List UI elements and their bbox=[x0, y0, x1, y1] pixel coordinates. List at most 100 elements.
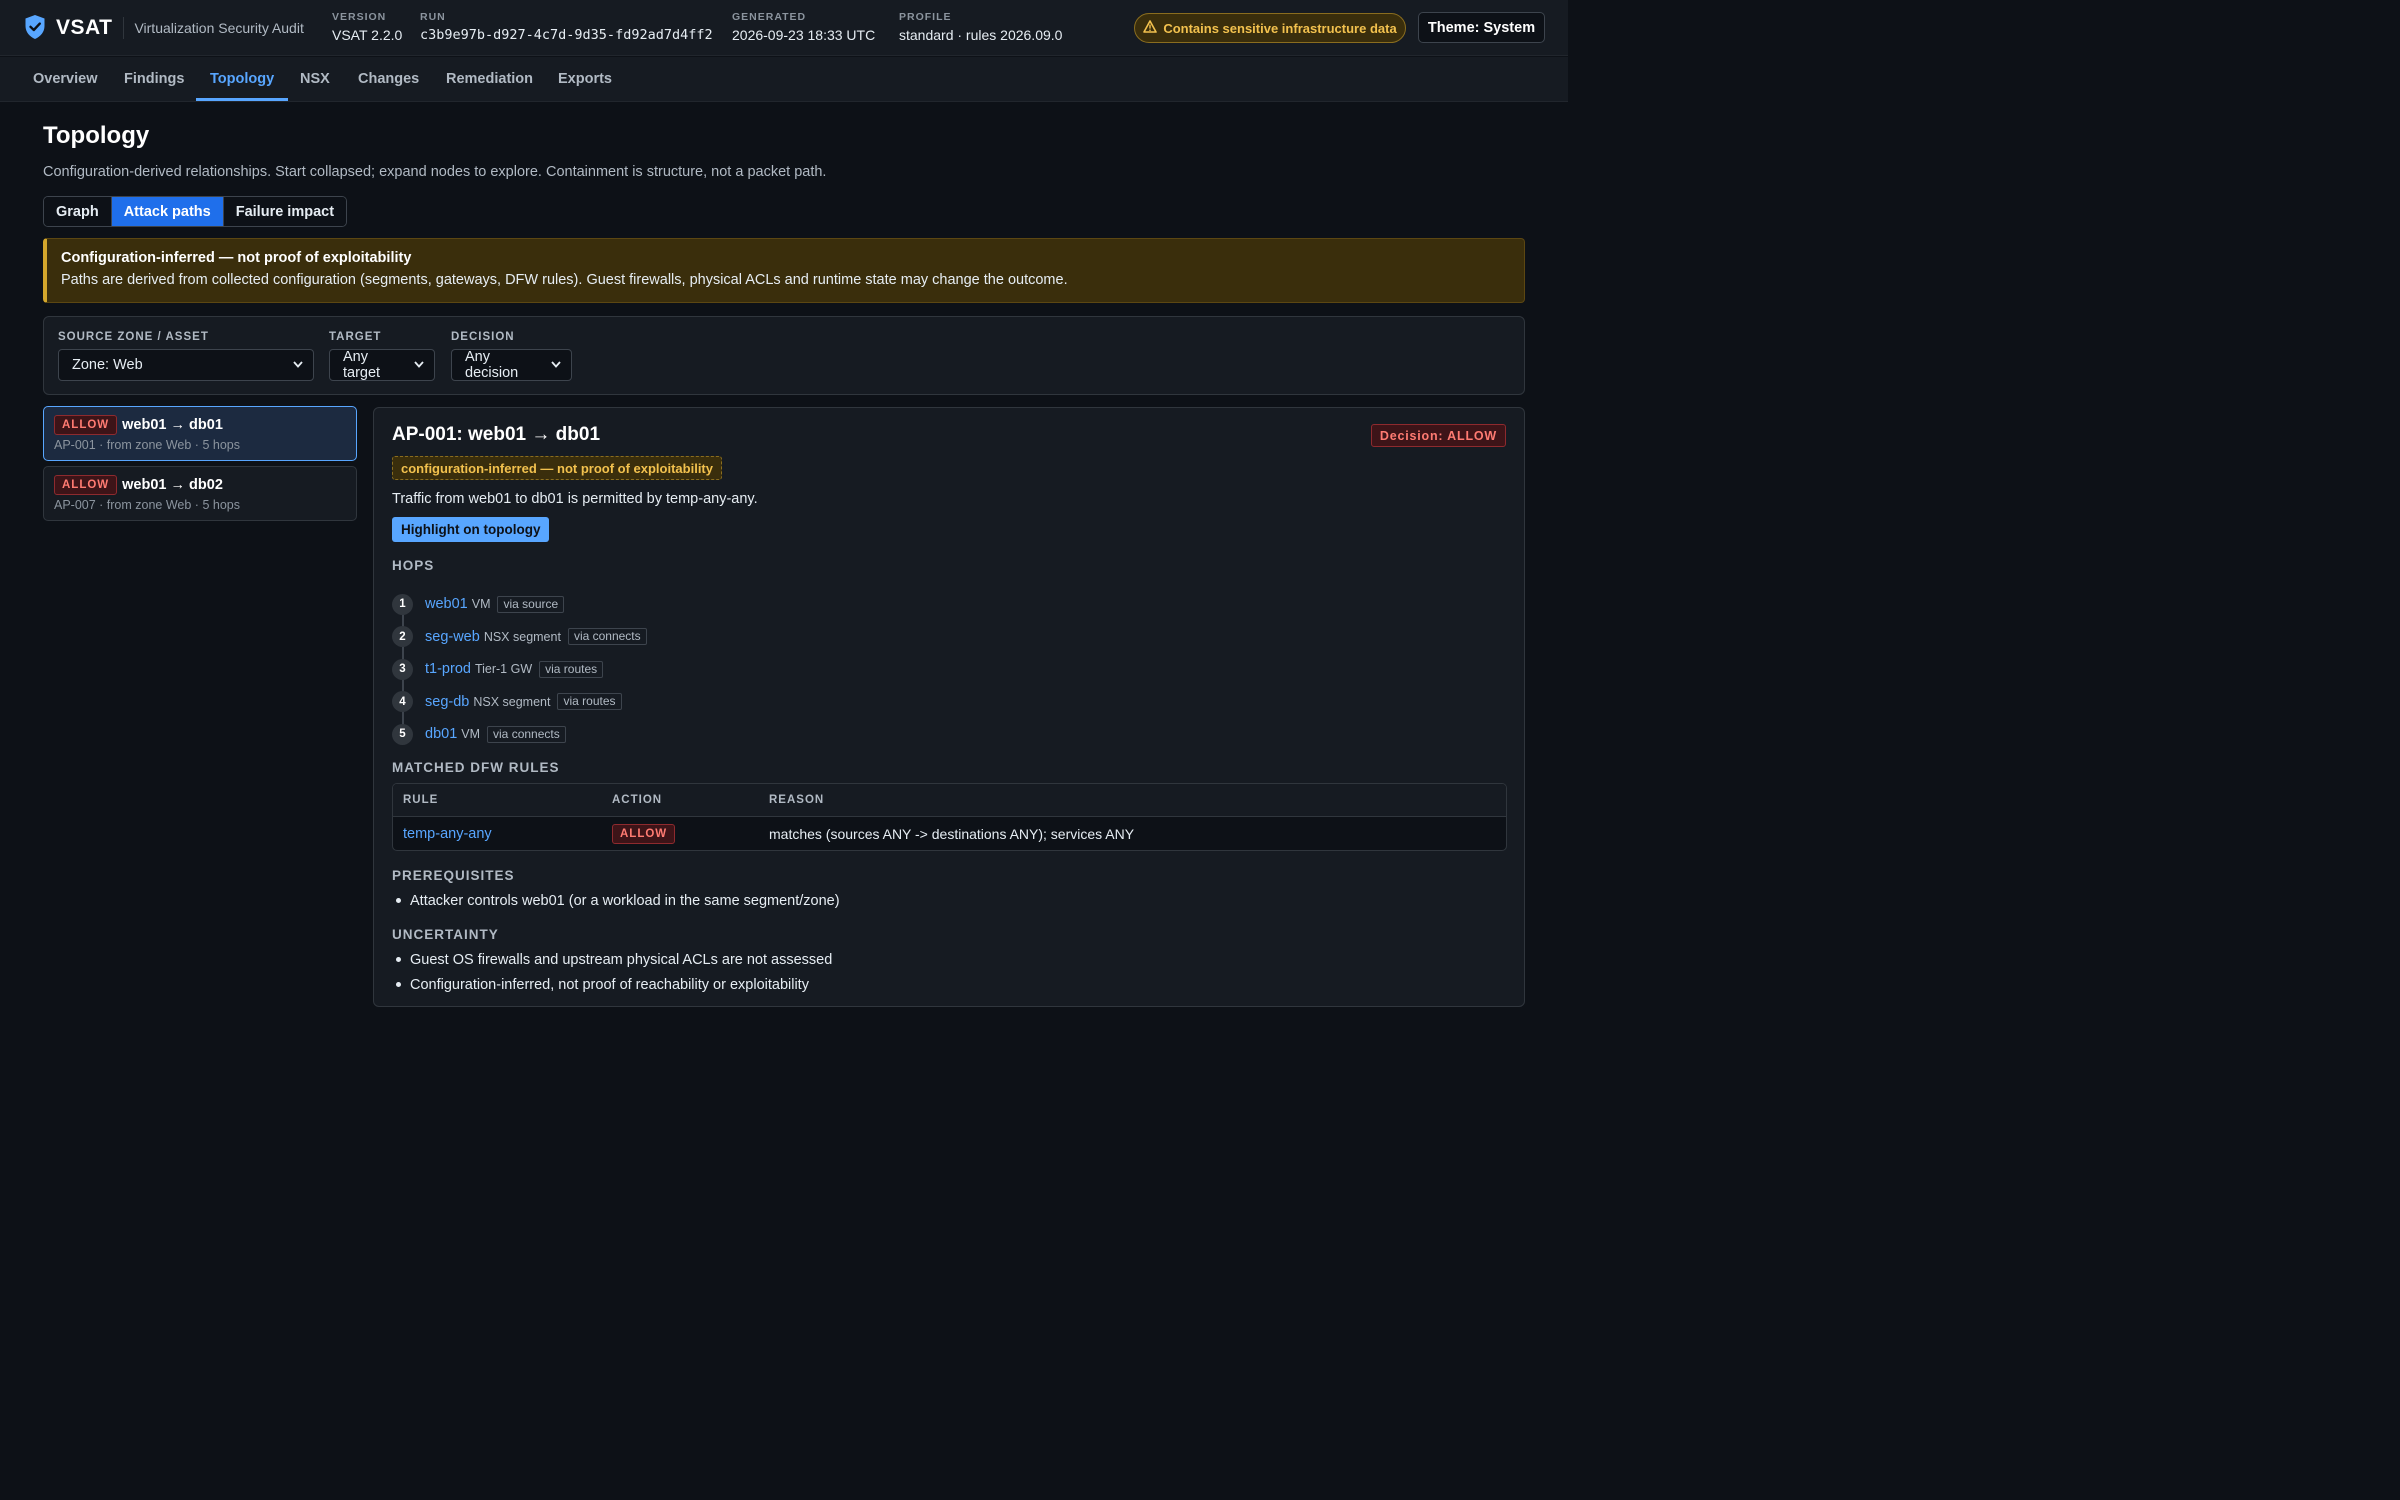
profile-value: standard · rules 2026.09.0 bbox=[899, 27, 1063, 43]
hop-item: 5 db01 VM via connects bbox=[392, 718, 792, 751]
source-filter: SOURCE ZONE / ASSET Zone: Web bbox=[58, 331, 314, 381]
hop-number: 2 bbox=[392, 626, 413, 648]
decision-filter: DECISION Any decision bbox=[451, 331, 572, 381]
decision-select[interactable]: Any decision bbox=[451, 349, 572, 381]
tab-graph[interactable]: Graph bbox=[44, 197, 112, 226]
hop-via-tag: via routes bbox=[557, 693, 622, 711]
source-select-value: Zone: Web bbox=[72, 357, 143, 373]
column-header-rule: RULE bbox=[403, 794, 439, 806]
column-header-action: ACTION bbox=[612, 794, 663, 806]
nav-findings[interactable]: Findings bbox=[110, 57, 198, 101]
nav-exports[interactable]: Exports bbox=[544, 57, 626, 101]
hop-node-link[interactable]: seg-db bbox=[425, 694, 469, 710]
highlight-on-topology-button[interactable]: Highlight on topology bbox=[392, 517, 550, 542]
brand: VSAT Virtualization Security Audit bbox=[24, 13, 304, 43]
hop-node-type: VM bbox=[461, 727, 481, 742]
target-filter-label: TARGET bbox=[329, 331, 382, 343]
decision-filter-label: DECISION bbox=[451, 331, 515, 343]
warning-title: Configuration-inferred — not proof of ex… bbox=[61, 250, 412, 266]
target-select[interactable]: Any target bbox=[329, 349, 435, 381]
shield-check-icon bbox=[24, 14, 46, 43]
sensitive-data-text: Contains sensitive infrastructure data bbox=[1163, 20, 1397, 36]
hop-node-link[interactable]: seg-web bbox=[425, 629, 480, 645]
version-label: VERSION bbox=[332, 11, 387, 23]
hop-node-link[interactable]: web01 bbox=[425, 596, 468, 612]
generated-meta: GENERATED 2026-09-23 18:33 UTC bbox=[732, 11, 875, 43]
app-subtitle: Virtualization Security Audit bbox=[134, 20, 304, 36]
profile-label: PROFILE bbox=[899, 11, 952, 23]
tab-attack-paths[interactable]: Attack paths bbox=[111, 197, 224, 226]
warning-text: Paths are derived from collected configu… bbox=[61, 272, 1068, 288]
decision-select-value: Any decision bbox=[465, 349, 519, 381]
tab-failure-impact[interactable]: Failure impact bbox=[223, 197, 347, 226]
hop-node-type: NSX segment bbox=[483, 629, 561, 644]
hop-number: 3 bbox=[392, 658, 413, 680]
path-summary: AP-001 · from zone Web · 5 hops bbox=[54, 438, 240, 452]
hop-node-link[interactable]: t1-prod bbox=[425, 661, 471, 677]
attack-path-item[interactable]: ALLOW web01 → db02 AP-007 · from zone We… bbox=[43, 466, 357, 521]
hop-item: 2 seg-web NSX segment via connects bbox=[392, 621, 792, 654]
hop-via-tag: via source bbox=[497, 595, 565, 613]
hop-via-tag: via connects bbox=[487, 725, 566, 743]
path-decision-badge: ALLOW bbox=[54, 475, 118, 495]
version-value: VSAT 2.2.0 bbox=[332, 27, 403, 43]
hop-number: 5 bbox=[392, 723, 413, 745]
hops-heading: HOPS bbox=[392, 558, 435, 573]
prerequisites-heading: PREREQUISITES bbox=[392, 868, 515, 883]
attack-path-detail: AP-001: web01 → db01 Decision: ALLOW con… bbox=[373, 407, 1525, 1007]
app-name: VSAT bbox=[56, 16, 113, 39]
path-title: web01 → db01 bbox=[122, 417, 223, 433]
path-decision-badge: ALLOW bbox=[54, 415, 118, 435]
attack-path-item[interactable]: ALLOW web01 → db01 AP-001 · from zone We… bbox=[43, 406, 357, 461]
hop-via-tag: via routes bbox=[539, 660, 604, 678]
hops-list: 1 web01 VM via source 2 seg-web NSX segm… bbox=[392, 588, 792, 751]
inference-warning-banner: Configuration-inferred — not proof of ex… bbox=[43, 238, 1525, 303]
top-bar: VSAT Virtualization Security Audit VERSI… bbox=[0, 0, 1568, 56]
list-item: Configuration-inferred, not proof of rea… bbox=[392, 972, 832, 997]
hop-node-link[interactable]: db01 bbox=[425, 726, 457, 742]
list-item: Attacker controls web01 (or a workload i… bbox=[392, 888, 840, 913]
generated-label: GENERATED bbox=[732, 11, 807, 23]
warning-triangle-icon bbox=[1143, 20, 1158, 36]
hop-number: 1 bbox=[392, 593, 413, 615]
chevron-down-icon bbox=[293, 359, 303, 371]
hop-node-type: NSX segment bbox=[473, 694, 551, 709]
nav-changes[interactable]: Changes bbox=[344, 57, 433, 101]
rule-action-badge: ALLOW bbox=[612, 824, 676, 844]
rule-link[interactable]: temp-any-any bbox=[403, 826, 492, 842]
target-filter: TARGET Any target bbox=[329, 331, 435, 381]
chevron-down-icon bbox=[414, 359, 424, 371]
main-nav: Overview Findings Topology NSX Changes R… bbox=[0, 57, 1568, 102]
list-item: Guest OS firewalls and upstream physical… bbox=[392, 947, 832, 972]
page-description: Configuration-derived relationships. Sta… bbox=[43, 164, 827, 180]
source-select[interactable]: Zone: Web bbox=[58, 349, 314, 381]
nav-remediation[interactable]: Remediation bbox=[432, 57, 547, 101]
nav-nsx[interactable]: NSX bbox=[286, 57, 344, 101]
target-select-value: Any target bbox=[343, 349, 381, 381]
source-filter-label: SOURCE ZONE / ASSET bbox=[58, 331, 209, 343]
detail-title: AP-001: web01 → db01 bbox=[392, 424, 601, 445]
rule-reason: matches (sources ANY -> destinations ANY… bbox=[769, 826, 1135, 842]
decision-badge: Decision: ALLOW bbox=[1370, 424, 1506, 447]
nav-overview[interactable]: Overview bbox=[19, 57, 112, 101]
hop-node-type: Tier-1 GW bbox=[474, 662, 533, 677]
inferred-chip: configuration-inferred — not proof of ex… bbox=[392, 456, 722, 480]
theme-toggle-button[interactable]: Theme: System bbox=[1418, 12, 1545, 43]
hop-node-type: VM bbox=[471, 597, 491, 612]
hop-item: 1 web01 VM via source bbox=[392, 588, 792, 621]
path-summary: AP-007 · from zone Web · 5 hops bbox=[54, 498, 240, 512]
filters-panel: SOURCE ZONE / ASSET Zone: Web TARGET Any… bbox=[43, 316, 1525, 395]
hop-item: 4 seg-db NSX segment via routes bbox=[392, 686, 792, 719]
version-meta: VERSION VSAT 2.2.0 bbox=[332, 11, 402, 43]
path-title: web01 → db02 bbox=[122, 477, 223, 493]
nav-topology[interactable]: Topology bbox=[196, 57, 289, 101]
matched-rules-table: RULE ACTION REASON temp-any-any ALLOW ma… bbox=[392, 783, 1507, 851]
view-tabs: Graph Attack paths Failure impact bbox=[43, 196, 348, 227]
run-id: c3b9e97b-d927-4c7d-9d35-fd92ad7d4ff2 bbox=[420, 27, 713, 43]
prerequisites-list: Attacker controls web01 (or a workload i… bbox=[392, 888, 840, 913]
hop-number: 4 bbox=[392, 691, 413, 713]
uncertainty-heading: UNCERTAINTY bbox=[392, 927, 499, 942]
chevron-down-icon bbox=[551, 359, 561, 371]
generated-value: 2026-09-23 18:33 UTC bbox=[732, 27, 876, 43]
table-row: temp-any-any ALLOW matches (sources ANY … bbox=[393, 817, 1506, 850]
